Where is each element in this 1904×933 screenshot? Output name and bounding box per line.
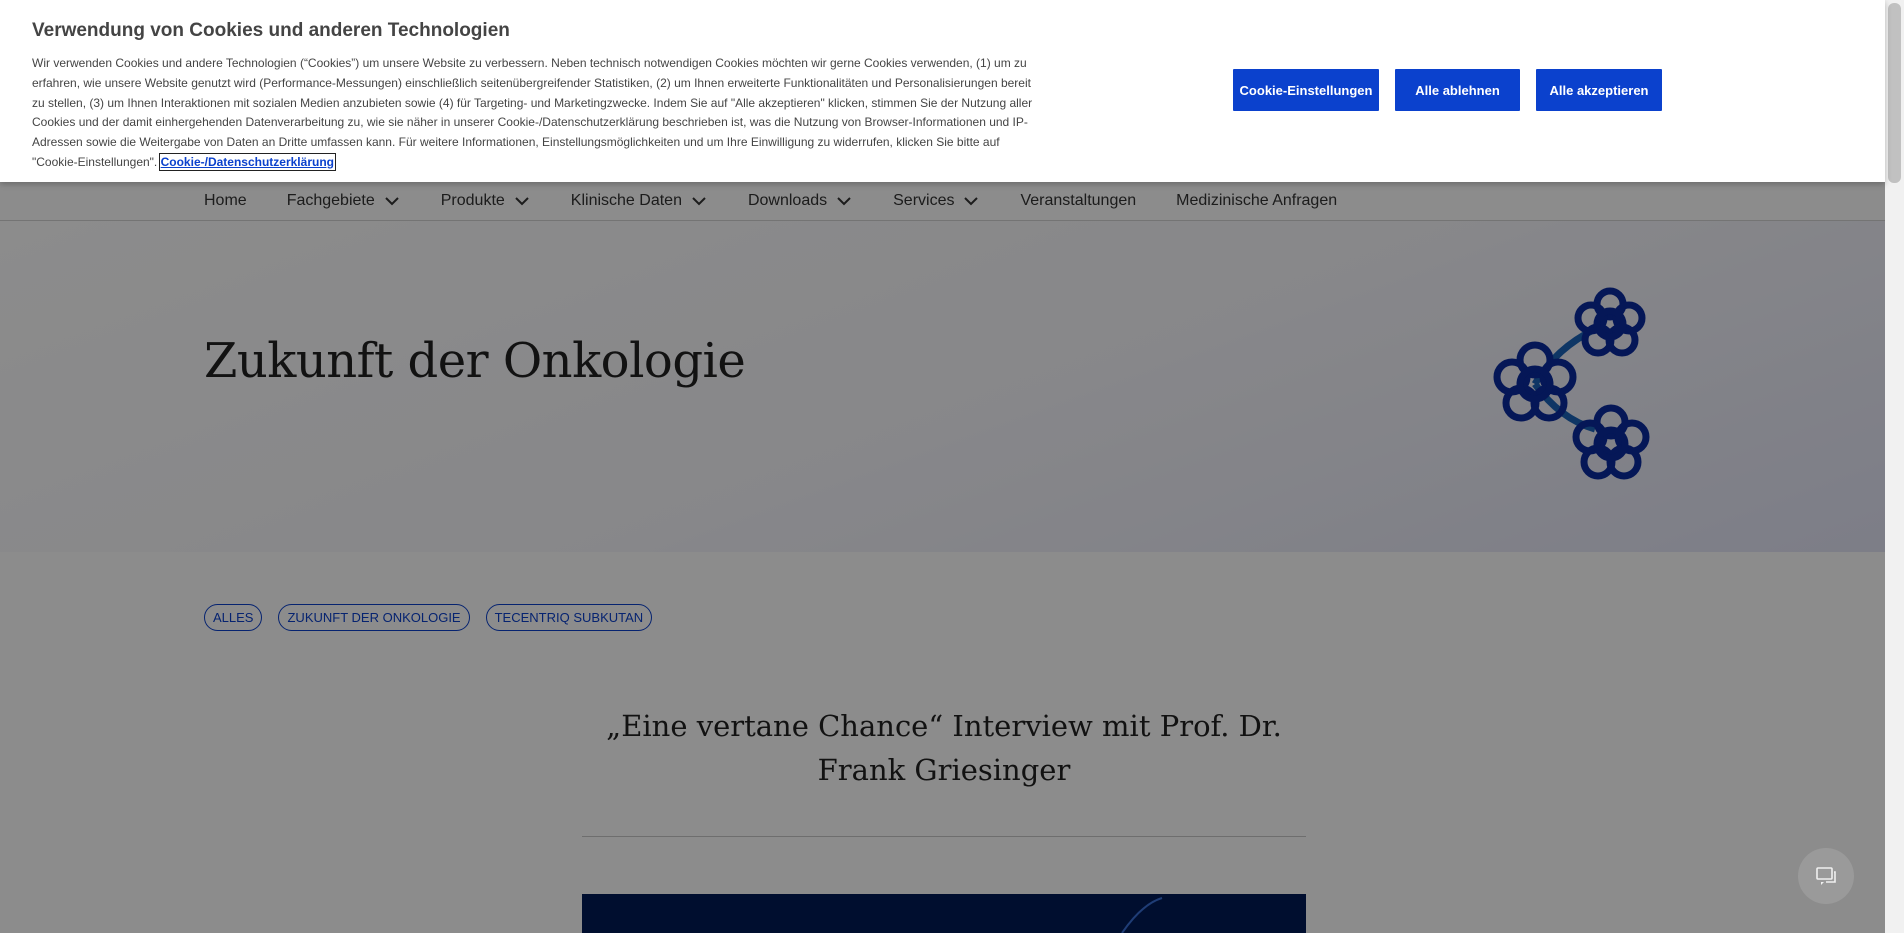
cookie-settings-button[interactable]: Cookie-Einstellungen — [1233, 69, 1379, 111]
scrollbar[interactable] — [1885, 0, 1904, 933]
cookie-banner: Verwendung von Cookies und anderen Techn… — [0, 0, 1885, 182]
privacy-policy-link[interactable]: Cookie-/Datenschutzerklärung — [158, 152, 336, 171]
cookie-banner-body: Wir verwenden Cookies und andere Technol… — [32, 56, 1033, 169]
chat-icon — [1816, 867, 1836, 885]
reject-all-button[interactable]: Alle ablehnen — [1395, 69, 1520, 111]
accept-all-button[interactable]: Alle akzeptieren — [1536, 69, 1662, 111]
chat-button[interactable] — [1798, 848, 1854, 904]
cookie-banner-title: Verwendung von Cookies und anderen Techn… — [32, 20, 510, 41]
cookie-banner-text: Wir verwenden Cookies und andere Technol… — [32, 54, 1042, 173]
scrollbar-thumb[interactable] — [1888, 3, 1901, 183]
